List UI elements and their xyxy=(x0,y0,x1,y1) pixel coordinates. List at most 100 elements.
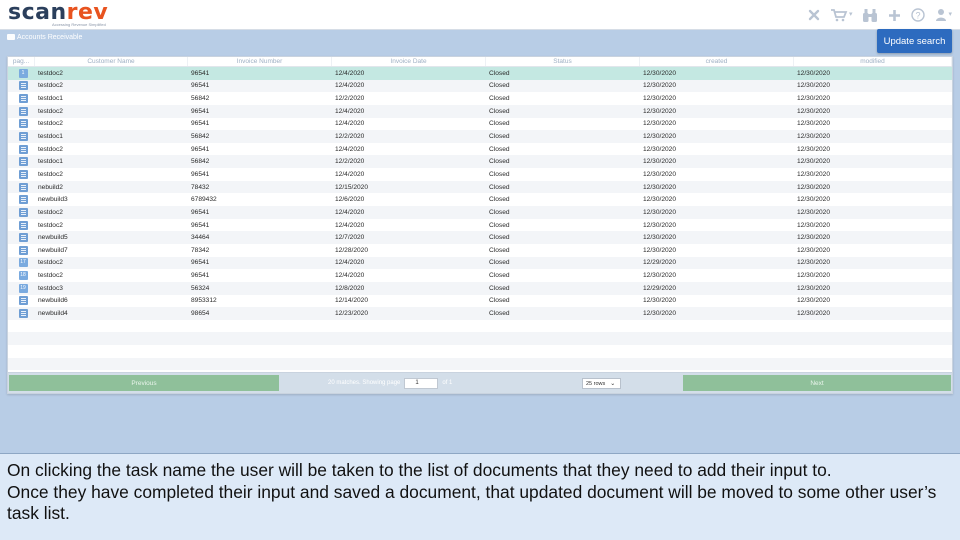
page-cell xyxy=(8,245,35,255)
document-icon[interactable] xyxy=(18,233,28,243)
cell-status: Closed xyxy=(489,221,510,229)
document-icon[interactable] xyxy=(18,207,28,217)
cell-invoice: 98654 xyxy=(191,309,210,317)
document-icon[interactable] xyxy=(18,169,28,179)
document-icon[interactable] xyxy=(18,245,28,255)
table-row[interactable]: testdoc2 96541 12/4/2020 Closed 12/30/2020 12… xyxy=(8,117,952,131)
column-header-modified[interactable]: modified xyxy=(794,57,952,66)
cell-status: Closed xyxy=(489,259,510,267)
document-icon[interactable] xyxy=(18,81,28,91)
binoculars-icon[interactable] xyxy=(862,8,878,23)
cell-created: 12/30/2020 xyxy=(643,69,677,77)
table-row[interactable]: newbuild4 98654 12/23/2020 Closed 12/30/2020… xyxy=(8,307,952,320)
document-icon[interactable] xyxy=(18,220,28,230)
rows-per-page-select[interactable]: 25 rows ⌄ xyxy=(582,378,621,389)
cell-date: 12/4/2020 xyxy=(335,107,365,115)
cell-modified: 12/30/2020 xyxy=(797,183,831,191)
cell-modified: 12/30/2020 xyxy=(797,297,831,305)
plus-icon[interactable] xyxy=(888,9,901,22)
cell-date: 12/14/2020 xyxy=(335,297,369,305)
table-row[interactable]: 1 testdoc2 96541 12/4/2020 Closed 12/30/2020 1… xyxy=(8,67,952,80)
table-row[interactable]: nebuild2 78432 12/15/2020 Closed 12/30/2020 1… xyxy=(8,180,952,194)
user-icon[interactable]: ▾ xyxy=(935,5,952,25)
cell-status: Closed xyxy=(489,95,510,103)
document-icon[interactable] xyxy=(18,106,28,116)
cell-invoice: 78432 xyxy=(191,183,210,191)
column-header-created[interactable]: created xyxy=(640,57,794,66)
table-row[interactable]: testdoc2 96541 12/4/2020 Closed 12/30/2020 12… xyxy=(8,104,952,118)
table-row[interactable]: testdoc2 96541 12/4/2020 Closed 12/30/2020 12… xyxy=(8,218,952,232)
table-row[interactable]: testdoc2 96541 12/4/2020 Closed 12/30/2020 12… xyxy=(8,142,952,156)
document-icon[interactable]: 18 xyxy=(18,271,28,281)
document-icon[interactable] xyxy=(18,182,28,192)
cell-status: Closed xyxy=(489,170,510,178)
cell-modified: 12/30/2020 xyxy=(797,107,831,115)
column-header-customer-name[interactable]: Customer Name xyxy=(35,57,188,66)
cell-customer: testdoc1 xyxy=(38,95,63,103)
cell-date: 12/2/2020 xyxy=(335,158,365,166)
table-row[interactable]: testdoc2 96541 12/4/2020 Closed 12/30/2020 12… xyxy=(8,206,952,219)
document-icon[interactable] xyxy=(18,94,28,104)
document-icon[interactable] xyxy=(18,195,28,205)
cell-customer: testdoc1 xyxy=(38,158,63,166)
cell-modified: 12/30/2020 xyxy=(797,196,831,204)
cell-status: Closed xyxy=(489,272,510,280)
folder-icon xyxy=(7,34,15,40)
scanrev-logo[interactable]: scanrev Accessing Revenue Simplified xyxy=(8,2,108,28)
page-number-input[interactable]: 1 xyxy=(404,377,439,389)
table-row[interactable]: testdoc1 56842 12/2/2020 Closed 12/30/2020 12… xyxy=(8,155,952,169)
column-header-status[interactable]: Status xyxy=(486,57,640,66)
cell-customer: newbuild7 xyxy=(38,246,68,254)
table-row[interactable]: newbuild5 34464 12/7/2020 Closed 12/30/2020 1… xyxy=(8,231,952,244)
document-icon[interactable] xyxy=(18,132,28,142)
column-header-invoice-number[interactable]: Invoice Number xyxy=(188,57,332,66)
document-icon[interactable]: 1 xyxy=(18,68,28,78)
table-row[interactable]: newbuild3 6789432 12/6/2020 Closed 12/30/202… xyxy=(8,193,952,207)
table-row[interactable]: testdoc1 56842 12/2/2020 Closed 12/30/2020 12… xyxy=(8,130,952,143)
table-row[interactable]: newbuild7 78342 12/28/2020 Closed 12/30/2020… xyxy=(8,243,952,257)
cell-date: 12/7/2020 xyxy=(335,234,365,242)
rows-per-page-value: 25 rows xyxy=(586,380,606,387)
table-row[interactable]: 17 testdoc2 96541 12/4/2020 Closed 12/29/2020… xyxy=(8,256,952,270)
page-cell xyxy=(8,144,35,154)
cell-date: 12/4/2020 xyxy=(335,221,365,229)
cell-date: 12/4/2020 xyxy=(335,259,365,267)
page-cell xyxy=(8,308,35,318)
cell-created: 12/30/2020 xyxy=(643,208,677,216)
document-icon[interactable]: 17 xyxy=(18,258,28,268)
table-row[interactable]: 18 testdoc2 96541 12/4/2020 Closed 12/30/2020… xyxy=(8,269,952,282)
next-button[interactable]: Next xyxy=(683,375,951,391)
cell-status: Closed xyxy=(489,284,510,292)
document-icon[interactable] xyxy=(18,157,28,167)
table-row[interactable]: testdoc2 96541 12/4/2020 Closed 12/30/2020 12… xyxy=(8,168,952,181)
cell-created: 12/30/2020 xyxy=(643,309,677,317)
page-cell xyxy=(8,81,35,91)
previous-button[interactable]: Previous xyxy=(9,375,279,391)
cell-created: 12/30/2020 xyxy=(643,120,677,128)
table-row[interactable]: testdoc1 56842 12/2/2020 Closed 12/30/2020 12… xyxy=(8,92,952,105)
update-search-button[interactable]: Update search xyxy=(877,29,952,53)
logo-tagline: Accessing Revenue Simplified xyxy=(52,22,106,27)
table-row[interactable]: testdoc2 96541 12/4/2020 Closed 12/30/2020 12… xyxy=(8,79,952,93)
close-icon[interactable] xyxy=(808,9,820,21)
help-icon[interactable]: ? xyxy=(911,8,926,22)
document-icon[interactable] xyxy=(18,308,28,318)
table-row[interactable]: 19 testdoc3 56324 12/8/2020 Closed 12/29/2020… xyxy=(8,281,952,295)
column-header-page[interactable]: pag... xyxy=(8,57,35,66)
breadcrumb: Accounts Receivable xyxy=(7,32,82,42)
breadcrumb-label[interactable]: Accounts Receivable xyxy=(17,34,82,41)
cell-customer: testdoc2 xyxy=(38,259,63,267)
cell-status: Closed xyxy=(489,183,510,191)
page-cell: 18 xyxy=(8,271,35,281)
cell-invoice: 56842 xyxy=(191,133,210,141)
document-icon[interactable] xyxy=(18,119,28,129)
column-header-invoice-date[interactable]: Invoice Date xyxy=(332,57,486,66)
table-row[interactable]: newbuild6 8953312 12/14/2020 Closed 12/30/20… xyxy=(8,294,952,308)
document-icon[interactable]: 19 xyxy=(18,283,28,293)
cell-date: 12/8/2020 xyxy=(335,284,365,292)
cell-date: 12/15/2020 xyxy=(335,183,369,191)
document-icon[interactable] xyxy=(18,296,28,306)
cell-date: 12/23/2020 xyxy=(335,309,369,317)
document-icon[interactable] xyxy=(18,144,28,154)
cart-icon[interactable]: ▾ xyxy=(830,5,852,25)
